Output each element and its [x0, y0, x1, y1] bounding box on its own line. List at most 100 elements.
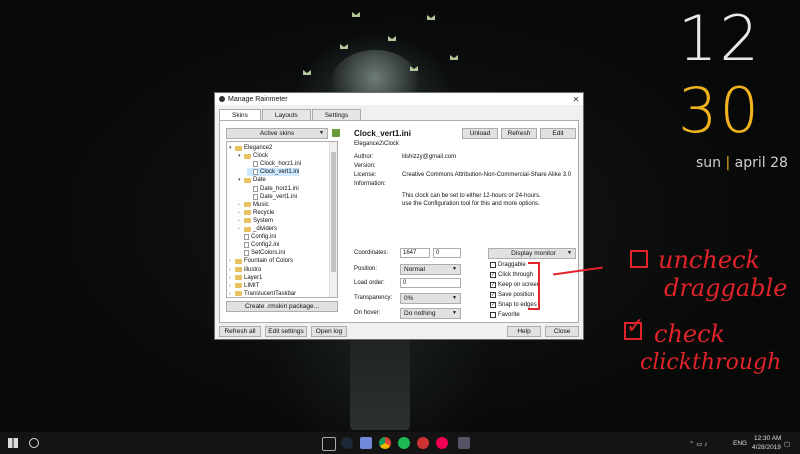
tree-file[interactable]: Clock_horz1.ini [247, 160, 301, 168]
tree-item-label: Clock_vert1.ini [260, 169, 300, 176]
tray-icons[interactable]: ⌃ ▭ ♪ [689, 440, 707, 448]
clock-hour: 12 [678, 2, 761, 75]
tree-folder[interactable]: › Fountain of Colors [229, 257, 293, 265]
tree-item-label: Config.ini [251, 234, 277, 241]
tree-folder[interactable]: › System [238, 217, 273, 225]
display-monitor-button[interactable]: Display monitor ▼ [488, 248, 576, 259]
checkbox-click-through[interactable]: ✓ Click through [490, 272, 533, 278]
tree-folder[interactable]: ▾ Elegance2 [229, 144, 272, 152]
checkbox-checked-icon[interactable]: ✓ [490, 302, 496, 308]
checkbox-draggable[interactable]: Draggable [490, 262, 526, 268]
file-icon [244, 250, 249, 257]
checkbox-checked-icon[interactable]: ✓ [490, 282, 496, 288]
help-button[interactable]: Help [507, 326, 541, 337]
tree-file[interactable]: Date_horz1.ini [247, 185, 299, 193]
tree-folder[interactable]: › _dividers [238, 225, 277, 233]
window-titlebar[interactable]: Manage Rainmeter ✕ [215, 93, 583, 105]
checkbox-empty-icon[interactable] [490, 262, 496, 268]
tree-file[interactable]: Date_vert1.ini [247, 193, 297, 201]
coordinates-label: Coordinates: [354, 250, 389, 256]
tray-date[interactable]: 4/28/2019 [752, 444, 781, 451]
create-package-button[interactable]: Create .rmskin package... [226, 301, 338, 312]
checkbox-empty-icon[interactable] [490, 312, 496, 318]
app-red-icon[interactable] [417, 437, 429, 449]
checkbox-checked-icon[interactable]: ✓ [490, 292, 496, 298]
close-button[interactable]: Close [545, 326, 579, 337]
file-icon [253, 161, 258, 168]
folder-icon [244, 153, 251, 159]
tree-folder[interactable]: › illustro [229, 266, 261, 274]
tree-folder[interactable]: › Layer1 [229, 274, 262, 282]
tree-folder[interactable]: › LIMIT [229, 282, 259, 290]
position-value: Normal [404, 266, 425, 273]
tree-item-label: Layer1 [244, 274, 263, 281]
tree-folder[interactable]: › TranslucentTaskbar [229, 290, 296, 297]
add-skin-icon[interactable] [332, 129, 340, 137]
steam-icon[interactable] [341, 437, 353, 449]
tree-item-label: Music [253, 201, 269, 208]
checkbox-checked-icon[interactable]: ✓ [490, 272, 496, 278]
chevron-down-icon: ▼ [567, 250, 572, 256]
task-view-icon[interactable] [322, 437, 336, 451]
scrollbar-thumb[interactable] [331, 152, 336, 272]
tree-scrollbar[interactable] [329, 142, 337, 297]
window-title: Manage Rainmeter [228, 95, 288, 103]
tree-file[interactable]: Config2.ini [238, 241, 279, 249]
date-month-day: april 28 [734, 155, 788, 171]
unchecked-box-drawing [630, 250, 648, 268]
skins-tree[interactable]: ▾ Elegance2 ▾ Clock Clock_horz1.ini Clock_ver… [226, 141, 338, 298]
active-skins-label: Active skins [259, 130, 295, 137]
note-check: check [654, 320, 726, 348]
tree-item-label: System [253, 217, 274, 224]
discord-icon[interactable] [360, 437, 372, 449]
app-pink-icon[interactable] [436, 437, 448, 449]
date-day: sun [696, 155, 722, 171]
language-indicator[interactable]: ENG [733, 440, 747, 447]
chevron-down-icon: ▼ [452, 266, 457, 272]
tree-file[interactable]: Clock_vert1.ini [247, 168, 300, 177]
open-log-button[interactable]: Open log [311, 326, 347, 337]
spotify-icon[interactable] [398, 437, 410, 449]
on-hover-value: Do nothing [404, 310, 436, 317]
folder-icon [235, 283, 242, 289]
tray-time[interactable]: 12:30 AM [754, 435, 781, 442]
notifications-icon[interactable]: ▢ [784, 440, 790, 448]
position-select[interactable]: Normal ▼ [400, 264, 461, 275]
coord-x-input[interactable]: 1647 [400, 248, 430, 258]
folder-icon [244, 177, 251, 183]
active-skins-button[interactable]: Active skins ▼ [226, 128, 328, 139]
author-label: Author: [354, 154, 374, 160]
note-draggable: draggable [664, 274, 788, 302]
on-hover-select[interactable]: Do nothing ▼ [400, 308, 461, 319]
rainmeter-taskbar-icon[interactable] [458, 437, 470, 449]
edit-button[interactable]: Edit [540, 128, 576, 139]
chevron-down-icon: ▼ [452, 310, 457, 316]
close-icon[interactable]: ✕ [569, 95, 583, 104]
edit-settings-button[interactable]: Edit settings [265, 326, 307, 337]
cortana-icon[interactable] [29, 438, 39, 448]
clock-minute: 30 [678, 74, 761, 147]
checkbox-label: Draggable [498, 262, 526, 268]
chrome-icon[interactable] [379, 437, 391, 449]
coord-y-input[interactable]: 0 [433, 248, 461, 258]
file-icon [253, 193, 258, 200]
refresh-button[interactable]: Refresh [501, 128, 537, 139]
file-icon [253, 169, 258, 176]
tree-folder[interactable]: ▾ Clock [238, 152, 268, 160]
tree-item-label: Date_horz1.ini [260, 185, 299, 192]
refresh-all-button[interactable]: Refresh all [219, 326, 261, 337]
tree-folder[interactable]: › Recycle [238, 209, 274, 217]
load-order-input[interactable]: 0 [400, 278, 461, 288]
transparency-select[interactable]: 0% ▼ [400, 293, 461, 304]
transparency-label: Transparency: [354, 295, 393, 301]
windows-start-icon[interactable] [8, 438, 18, 448]
checkbox-favorite[interactable]: Favorite [490, 312, 520, 318]
tree-folder[interactable]: ▾ Date [238, 176, 266, 184]
unload-button[interactable]: Unload [462, 128, 498, 139]
tree-file[interactable]: Config.ini [238, 233, 276, 241]
tree-item-label: Elegance2 [244, 145, 273, 151]
display-monitor-label: Display monitor [511, 250, 556, 257]
tree-folder[interactable]: › Music [238, 201, 269, 209]
tree-file[interactable]: SetColors.ini [238, 249, 285, 257]
file-icon [253, 185, 258, 192]
